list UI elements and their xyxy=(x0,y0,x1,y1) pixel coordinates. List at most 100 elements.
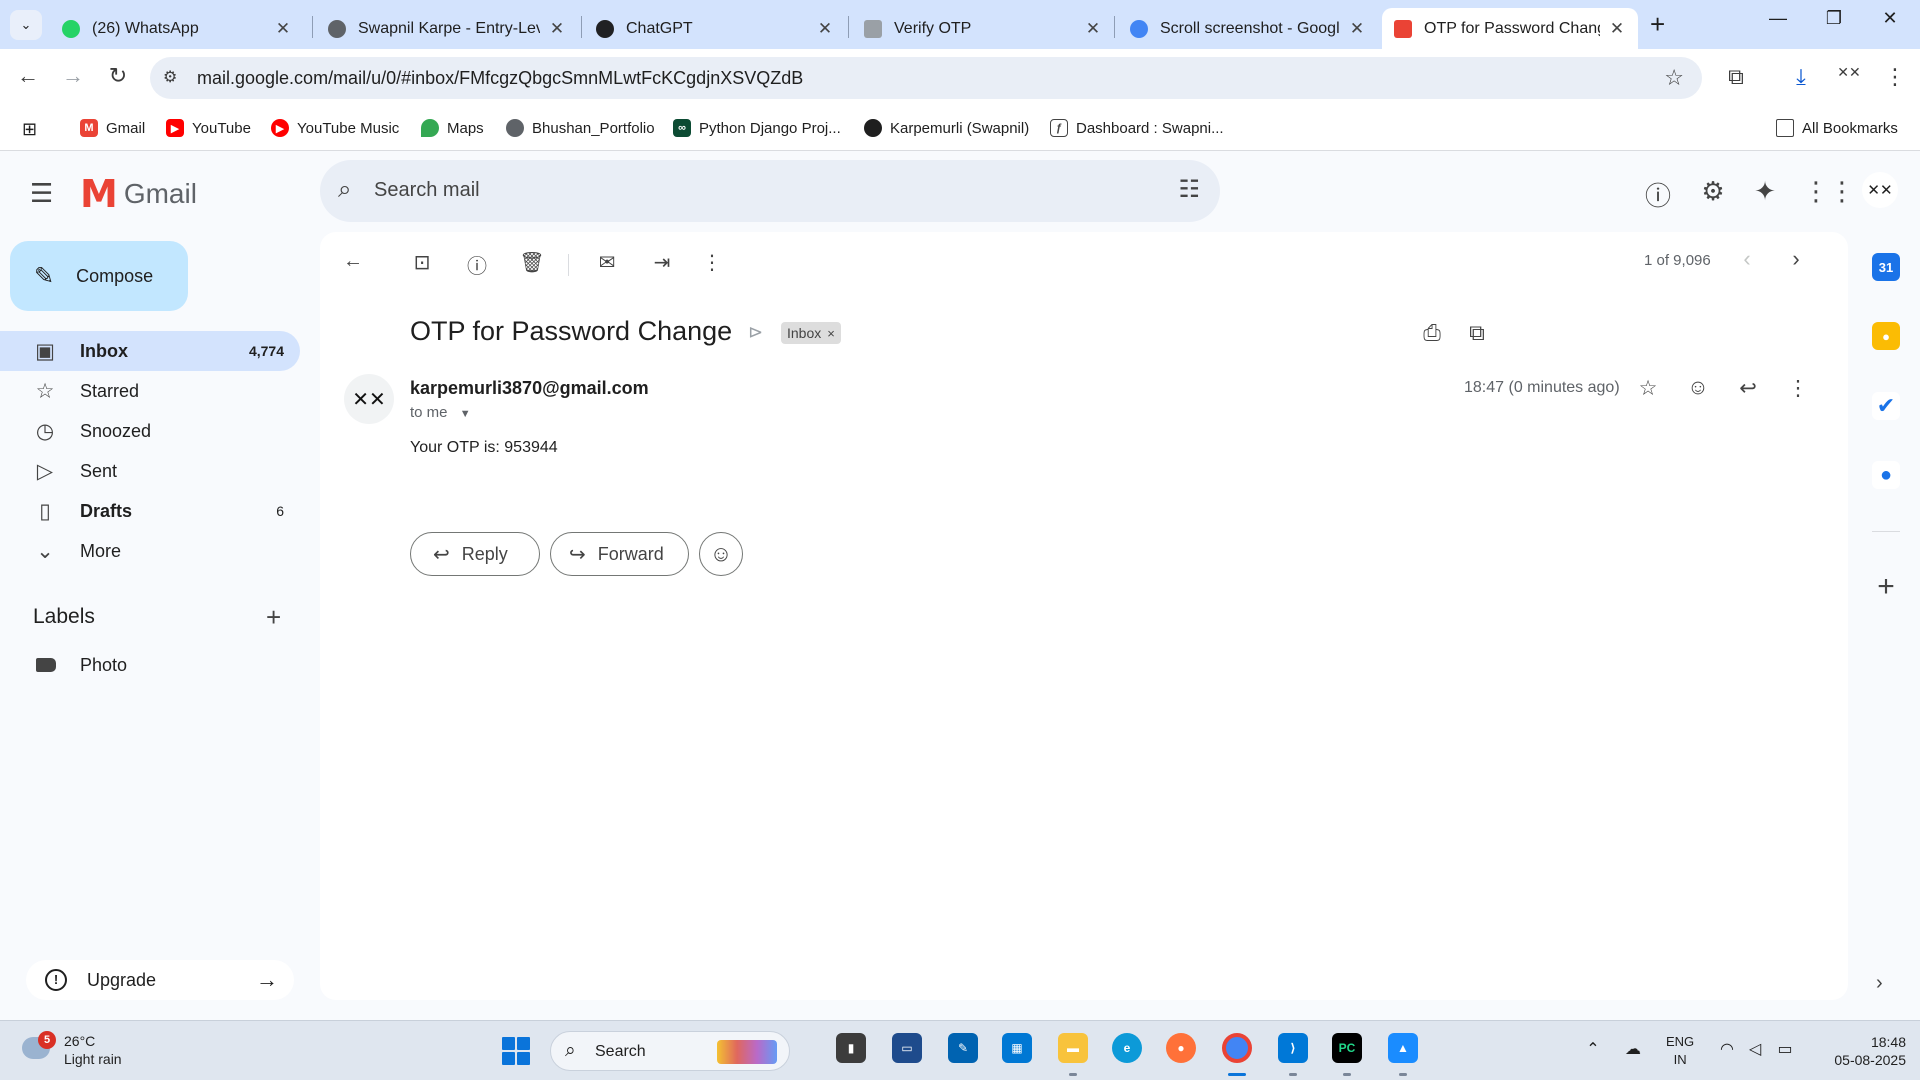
tab-google-search[interactable]: Scroll screenshot - Google ✕ xyxy=(1118,8,1378,49)
minimize-icon[interactable]: — xyxy=(1758,8,1798,29)
bookmark-star-icon[interactable]: ☆ xyxy=(1664,65,1684,91)
report-spam-icon[interactable]: ⓘ xyxy=(464,250,490,279)
remove-label-icon[interactable]: × xyxy=(827,326,835,341)
create-label-icon[interactable]: + xyxy=(266,602,281,633)
older-chevron-icon[interactable]: › xyxy=(1784,246,1808,272)
sidebar-item-sent[interactable]: ▷ Sent xyxy=(0,451,300,491)
close-tab-icon[interactable]: ✕ xyxy=(548,19,566,39)
app-pencil-icon[interactable]: ✎ xyxy=(948,1033,978,1063)
bookmark-maps[interactable]: Maps xyxy=(421,119,484,137)
emoji-reaction-icon[interactable]: ☺ xyxy=(1685,376,1711,400)
recipient-details[interactable]: to me ▼ xyxy=(410,404,471,421)
search-input[interactable]: Search mail xyxy=(374,179,480,202)
battery-icon[interactable]: ▭ xyxy=(1774,1039,1796,1059)
extensions-icon[interactable]: ⧉ xyxy=(1721,64,1751,90)
bookmark-github[interactable]: Karpemurli (Swapnil) xyxy=(864,119,1029,137)
delete-icon[interactable]: 🗑 xyxy=(519,250,545,275)
url-text[interactable]: mail.google.com/mail/u/0/#inbox/FMfcgzQb… xyxy=(197,68,803,89)
bookmark-youtube[interactable]: ▶ YouTube xyxy=(166,119,251,137)
calendar-icon[interactable]: 31 xyxy=(1872,253,1900,281)
file-explorer-icon[interactable]: ▬ xyxy=(1058,1033,1088,1063)
tab-verify-otp[interactable]: Verify OTP ✕ xyxy=(852,8,1114,49)
omnibox[interactable]: ⚙ mail.google.com/mail/u/0/#inbox/FMfcgz… xyxy=(150,57,1702,99)
account-avatar[interactable]: ✕✕ xyxy=(1862,172,1898,208)
site-info-icon[interactable]: ⚙ xyxy=(163,67,177,87)
sidebar-item-more[interactable]: ⌄ More xyxy=(0,531,300,571)
reply-button[interactable]: ↩ Reply xyxy=(410,532,540,576)
back-to-inbox-icon[interactable]: ← xyxy=(340,250,366,273)
bookmark-youtube-music[interactable]: ▶ YouTube Music xyxy=(271,119,399,137)
close-tab-icon[interactable]: ✕ xyxy=(1608,19,1626,39)
bookmark-gmail[interactable]: M Gmail xyxy=(80,119,145,137)
move-to-icon[interactable]: ⇥ xyxy=(649,250,675,275)
restore-icon[interactable]: ❐ xyxy=(1814,8,1854,29)
help-icon[interactable]: ⓘ xyxy=(1643,176,1673,213)
star-icon[interactable]: ☆ xyxy=(1635,376,1661,401)
get-addons-icon[interactable]: + xyxy=(1872,570,1900,604)
settings-gear-icon[interactable]: ⚙ xyxy=(1698,176,1728,207)
sidebar-item-starred[interactable]: ☆ Starred xyxy=(0,371,300,411)
new-tab-button[interactable]: + xyxy=(1650,9,1665,40)
sender-avatar[interactable]: ✕✕ xyxy=(344,374,394,424)
close-window-icon[interactable]: ✕ xyxy=(1870,8,1910,29)
edge-icon[interactable]: e xyxy=(1112,1033,1142,1063)
newer-chevron-icon[interactable]: ‹ xyxy=(1735,246,1759,272)
windows-start-icon[interactable] xyxy=(502,1037,530,1065)
system-clock[interactable]: 18:48 05-08-2025 xyxy=(1816,1033,1906,1069)
reload-icon[interactable]: ↻ xyxy=(103,63,133,89)
print-icon[interactable]: ⎙ xyxy=(1419,320,1445,346)
tasks-icon[interactable]: ✔ xyxy=(1872,392,1900,420)
open-new-window-icon[interactable]: ⧉ xyxy=(1464,320,1490,346)
more-options-icon[interactable]: ⋮ xyxy=(699,250,725,275)
gmail-logo[interactable]: M Gmail xyxy=(80,172,197,216)
keep-icon[interactable]: ● xyxy=(1872,322,1900,350)
sidebar-item-inbox[interactable]: ▣ Inbox 4,774 xyxy=(0,331,300,371)
vscode-icon[interactable]: ⟩ xyxy=(1278,1033,1308,1063)
remote-desktop-icon[interactable]: ▭ xyxy=(892,1033,922,1063)
contacts-icon[interactable]: ● xyxy=(1872,461,1900,489)
task-view-icon[interactable]: ▮ xyxy=(836,1033,866,1063)
forward-icon[interactable]: → xyxy=(58,63,88,89)
apps-grid-icon[interactable]: ⊞ xyxy=(22,119,37,140)
chrome-icon[interactable] xyxy=(1222,1033,1252,1063)
google-apps-icon[interactable]: ⋮⋮ xyxy=(1803,176,1855,207)
search-icon[interactable]: ⌕ xyxy=(338,176,351,204)
input-language[interactable]: ENG IN xyxy=(1666,1033,1694,1069)
search-bar[interactable]: ⌕ Search mail ☷ xyxy=(320,160,1220,222)
compose-button[interactable]: ✎ Compose xyxy=(10,241,188,311)
close-tab-icon[interactable]: ✕ xyxy=(1348,19,1366,39)
main-menu-icon[interactable]: ☰ xyxy=(30,178,56,209)
microsoft-store-icon[interactable]: ▦ xyxy=(1002,1033,1032,1063)
bookmark-bhushan-portfolio[interactable]: Bhushan_Portfolio xyxy=(506,119,655,137)
pycharm-icon[interactable]: PC xyxy=(1332,1033,1362,1063)
gemini-sparkle-icon[interactable]: ✦ xyxy=(1750,176,1780,207)
show-hidden-icons-icon[interactable]: ⌃ xyxy=(1582,1039,1604,1059)
close-tab-icon[interactable]: ✕ xyxy=(1084,19,1102,39)
upgrade-button[interactable]: ! Upgrade → xyxy=(26,960,294,1000)
search-options-icon[interactable]: ☷ xyxy=(1178,175,1200,204)
sidebar-item-drafts[interactable]: ▯ Drafts 6 xyxy=(0,491,300,531)
close-tab-icon[interactable]: ✕ xyxy=(274,19,292,39)
reply-icon[interactable]: ↩ xyxy=(1735,376,1761,401)
download-icon[interactable]: ⤓ xyxy=(1786,64,1816,90)
forward-button[interactable]: ↪ Forward xyxy=(550,532,689,576)
volume-icon[interactable]: ◁ xyxy=(1744,1039,1766,1059)
tab-otp-password-change[interactable]: OTP for Password Change ✕ xyxy=(1382,8,1638,49)
emoji-react-button[interactable]: ☺ xyxy=(699,532,743,576)
bookmark-python-django[interactable]: ∞ Python Django Proj... xyxy=(673,119,841,137)
onedrive-cloud-icon[interactable]: ☁ xyxy=(1622,1039,1644,1059)
bookmark-dashboard[interactable]: ƒ Dashboard : Swapni... xyxy=(1050,119,1224,137)
wifi-icon[interactable]: ◠ xyxy=(1716,1039,1738,1059)
browser-menu-icon[interactable]: ⋮ xyxy=(1880,64,1910,90)
importance-marker-icon[interactable]: ⊳ xyxy=(748,322,763,343)
back-icon[interactable]: ← xyxy=(13,63,43,89)
photos-icon[interactable]: ▲ xyxy=(1388,1033,1418,1063)
tab-whatsapp[interactable]: (26) WhatsApp ✕ xyxy=(50,8,304,49)
taskbar-search[interactable]: ⌕ Search xyxy=(550,1031,790,1071)
label-photo[interactable]: Photo xyxy=(0,650,300,682)
tab-swapnil-karpe[interactable]: Swapnil Karpe - Entry-Leve ✕ xyxy=(316,8,578,49)
profile-avatar-icon[interactable]: ✕✕ xyxy=(1834,64,1864,81)
mark-unread-icon[interactable]: ✉ xyxy=(594,250,620,275)
inbox-label-chip[interactable]: Inbox × xyxy=(781,322,841,344)
all-bookmarks[interactable]: All Bookmarks xyxy=(1776,119,1898,137)
